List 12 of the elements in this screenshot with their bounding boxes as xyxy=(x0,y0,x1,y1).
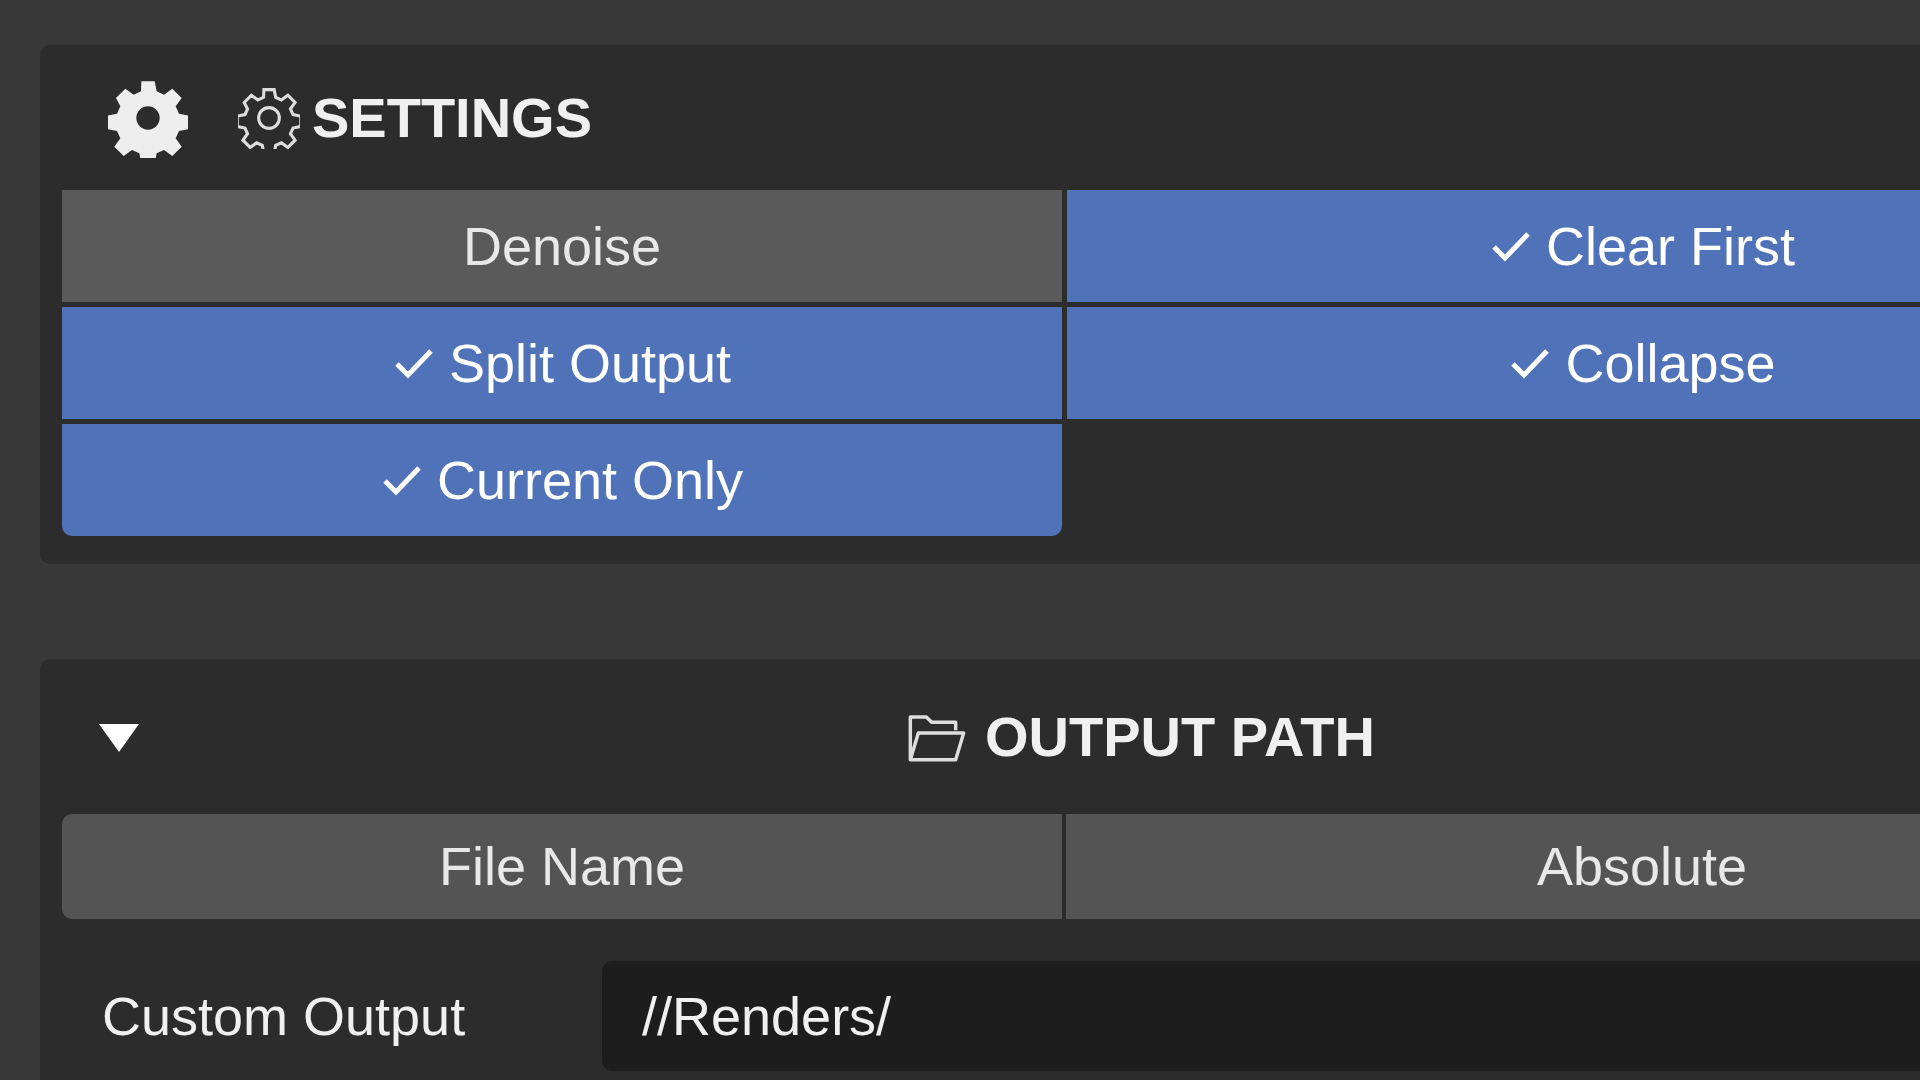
toggle-button[interactable]: Current Only xyxy=(62,424,1062,536)
toggle-button[interactable]: Collapse xyxy=(1067,307,1920,419)
field-label: Custom Output xyxy=(102,984,467,1048)
mode-button[interactable]: File Name xyxy=(62,814,1062,919)
gear-icon xyxy=(238,86,300,149)
toggle-button[interactable]: Denoise xyxy=(62,190,1062,302)
panel-title: SETTINGS xyxy=(312,84,593,151)
mode-button[interactable]: Absolute xyxy=(1066,814,1920,919)
path-field[interactable]: //Renders/ xyxy=(602,961,1920,1071)
toggle-button[interactable]: Clear First xyxy=(1067,190,1920,302)
panel-title: OUTPUT PATH xyxy=(985,703,1375,770)
toggle-button[interactable]: Split Output xyxy=(62,307,1062,419)
